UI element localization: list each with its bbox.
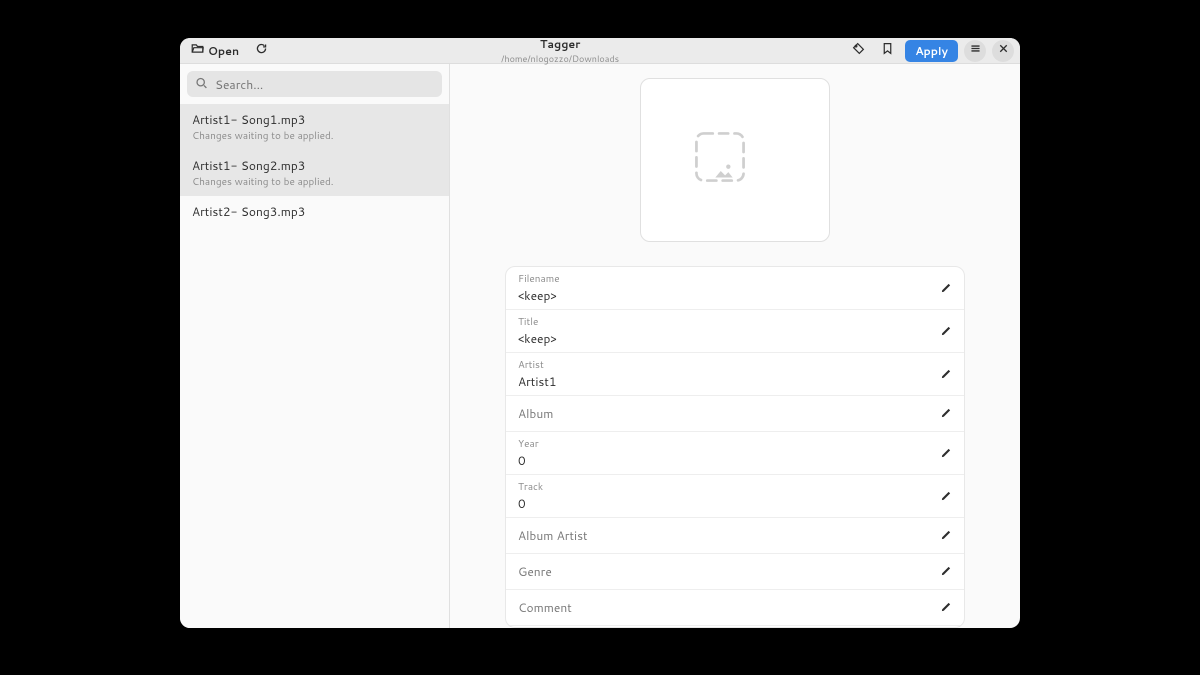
field-label: Filename (518, 272, 560, 286)
field-row[interactable]: Duration (506, 626, 964, 628)
edit-icon[interactable] (940, 485, 952, 508)
field-value: 0 (518, 452, 539, 469)
tag-actions-button[interactable] (847, 41, 870, 61)
file-name: Artist1- Song1.mp3 (192, 111, 437, 128)
tag-fields: Filename<keep>Title<keep>ArtistArtist1Al… (505, 266, 965, 628)
app-title: Tagger (273, 38, 847, 52)
tag-icon (852, 42, 865, 59)
menu-button[interactable] (964, 40, 986, 62)
field-row[interactable]: Filename<keep> (506, 267, 964, 310)
field-value: <keep> (518, 330, 557, 347)
file-item[interactable]: Artist1- Song1.mp3Changes waiting to be … (180, 104, 449, 150)
field-row[interactable]: Year0 (506, 432, 964, 475)
file-list: Artist1- Song1.mp3Changes waiting to be … (180, 104, 449, 628)
field-value: 0 (518, 495, 543, 512)
file-name: Artist1- Song2.mp3 (192, 157, 437, 174)
field-row[interactable]: Album (506, 396, 964, 432)
file-item[interactable]: Artist2- Song3.mp3 (180, 196, 449, 227)
bookmark-icon (881, 42, 894, 59)
app-window: Open Tagger /home/nlogozzo/Downloads App… (180, 38, 1020, 628)
field-label: Album (518, 405, 553, 422)
field-label: Track (518, 480, 543, 494)
edit-icon[interactable] (940, 596, 952, 619)
edit-icon[interactable] (940, 277, 952, 300)
file-status: Changes waiting to be applied. (192, 175, 437, 189)
edit-icon[interactable] (940, 524, 952, 547)
image-placeholder-icon (691, 128, 779, 192)
field-row[interactable]: Genre (506, 554, 964, 590)
field-label: Title (518, 315, 557, 329)
album-art-box[interactable] (640, 78, 830, 242)
edit-icon[interactable] (940, 560, 952, 583)
field-label: Artist (518, 358, 557, 372)
open-label: Open (208, 43, 239, 59)
search-input[interactable] (187, 71, 442, 97)
hamburger-icon (969, 42, 982, 59)
search-icon (195, 73, 208, 96)
edit-icon[interactable] (940, 442, 952, 465)
field-row[interactable]: Album Artist (506, 518, 964, 554)
edit-icon[interactable] (940, 363, 952, 386)
open-button[interactable]: Open (186, 41, 244, 61)
field-row[interactable]: Track0 (506, 475, 964, 518)
field-label: Genre (518, 563, 552, 580)
file-item[interactable]: Artist1- Song2.mp3Changes waiting to be … (180, 150, 449, 196)
sidebar: Artist1- Song1.mp3Changes waiting to be … (180, 64, 450, 628)
field-row[interactable]: Title<keep> (506, 310, 964, 353)
field-label: Year (518, 437, 539, 451)
edit-icon[interactable] (940, 402, 952, 425)
field-row[interactable]: Comment (506, 590, 964, 626)
content: Artist1- Song1.mp3Changes waiting to be … (180, 64, 1020, 628)
field-label: Comment (518, 599, 572, 616)
edit-icon[interactable] (940, 320, 952, 343)
file-name: Artist2- Song3.mp3 (192, 203, 437, 220)
refresh-button[interactable] (250, 41, 273, 61)
file-status: Changes waiting to be applied. (192, 129, 437, 143)
field-value: <keep> (518, 287, 560, 304)
apply-button[interactable]: Apply (905, 40, 958, 62)
field-row[interactable]: ArtistArtist1 (506, 353, 964, 396)
titlebar: Open Tagger /home/nlogozzo/Downloads App… (180, 38, 1020, 64)
folder-open-icon (191, 42, 204, 59)
web-services-button[interactable] (876, 41, 899, 61)
main-panel: Filename<keep>Title<keep>ArtistArtist1Al… (450, 64, 1020, 628)
close-icon (997, 42, 1010, 59)
close-button[interactable] (992, 40, 1014, 62)
refresh-icon (255, 42, 268, 59)
field-label: Album Artist (518, 527, 588, 544)
field-value: Artist1 (518, 373, 557, 390)
